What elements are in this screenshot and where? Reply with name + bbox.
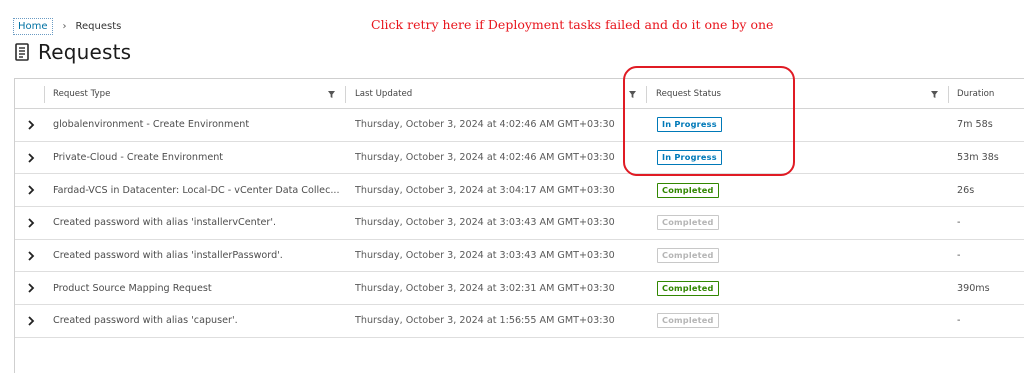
status-badge[interactable]: Completed <box>657 313 719 329</box>
last-updated-cell: Thursday, October 3, 2024 at 3:04:17 AM … <box>355 184 615 196</box>
duration-cell: 7m 58s <box>957 119 993 131</box>
breadcrumb: Home › Requests <box>13 16 121 36</box>
table-row[interactable]: Created password with alias 'installerPa… <box>15 240 1024 273</box>
column-separator <box>646 86 647 103</box>
filter-icon[interactable] <box>629 91 636 98</box>
expand-row-chevron-icon[interactable] <box>25 109 37 141</box>
request-status-cell: Completed <box>657 240 857 272</box>
last-updated-cell: Thursday, October 3, 2024 at 3:02:31 AM … <box>355 282 615 294</box>
request-type-cell: Created password with alias 'installerPa… <box>53 250 283 262</box>
request-status-cell: Completed <box>657 305 857 337</box>
request-type-cell: Fardad-VCS in Datacenter: Local-DC - vCe… <box>53 184 340 196</box>
request-type-cell: Private-Cloud - Create Environment <box>53 152 224 164</box>
duration-cell: - <box>957 315 961 327</box>
breadcrumb-current: Requests <box>75 20 122 32</box>
table-row[interactable]: Private-Cloud - Create Environment Thursd… <box>15 142 1024 175</box>
last-updated-cell: Thursday, October 3, 2024 at 4:02:46 AM … <box>355 119 615 131</box>
status-badge[interactable]: Completed <box>657 248 719 264</box>
request-status-cell: In Progress <box>657 109 857 141</box>
request-type-cell: Product Source Mapping Request <box>53 282 212 294</box>
expand-row-chevron-icon[interactable] <box>25 174 37 206</box>
duration-cell: 390ms <box>957 282 990 294</box>
request-status-cell: Completed <box>657 174 857 206</box>
page-title: Requests <box>38 40 132 64</box>
duration-cell: 26s <box>957 184 975 196</box>
last-updated-cell: Thursday, October 3, 2024 at 4:02:46 AM … <box>355 152 615 164</box>
expand-row-chevron-icon[interactable] <box>25 207 37 239</box>
last-updated-cell: Thursday, October 3, 2024 at 3:03:43 AM … <box>355 250 615 262</box>
status-badge[interactable]: In Progress <box>657 150 722 166</box>
datagrid-body: globalenvironment - Create Environment Th… <box>15 109 1024 338</box>
status-badge[interactable]: Completed <box>657 215 719 231</box>
filter-icon[interactable] <box>328 91 335 98</box>
table-row[interactable]: Fardad-VCS in Datacenter: Local-DC - vCe… <box>15 174 1024 208</box>
column-header-last-updated[interactable]: Last Updated <box>347 79 412 109</box>
column-header-request-type[interactable]: Request Type <box>45 79 110 109</box>
column-header-request-status[interactable]: Request Status <box>648 79 721 109</box>
table-row[interactable]: Created password with alias 'installervC… <box>15 207 1024 240</box>
duration-cell: - <box>957 217 961 229</box>
status-badge[interactable]: Completed <box>657 280 719 296</box>
status-badge[interactable]: Completed <box>657 182 719 198</box>
column-header-duration[interactable]: Duration <box>949 79 994 109</box>
request-status-cell: In Progress <box>657 142 857 174</box>
request-type-cell: Created password with alias 'installervC… <box>53 217 277 229</box>
filter-icon[interactable] <box>931 91 938 98</box>
request-type-cell: Created password with alias 'capuser'. <box>53 315 238 327</box>
annotation-note: Click retry here if Deployment tasks fai… <box>371 17 774 32</box>
request-status-cell: Completed <box>657 207 857 239</box>
page-header: Requests <box>15 38 131 66</box>
request-status-cell: Completed <box>657 272 857 304</box>
status-badge[interactable]: In Progress <box>657 117 722 133</box>
table-row[interactable]: Created password with alias 'capuser'. Th… <box>15 305 1024 338</box>
expand-row-chevron-icon[interactable] <box>25 142 37 174</box>
expand-row-chevron-icon[interactable] <box>25 305 37 337</box>
expand-row-chevron-icon[interactable] <box>25 240 37 272</box>
request-type-cell: globalenvironment - Create Environment <box>53 119 250 131</box>
duration-cell: - <box>957 250 961 262</box>
duration-cell: 53m 38s <box>957 152 999 164</box>
column-separator <box>345 86 346 103</box>
last-updated-cell: Thursday, October 3, 2024 at 1:56:55 AM … <box>355 315 615 327</box>
datagrid-header: Request Type Last Updated Request Status… <box>15 79 1024 109</box>
table-row[interactable]: Product Source Mapping Request Thursday, … <box>15 272 1024 306</box>
requests-datagrid: Request Type Last Updated Request Status… <box>14 78 1024 373</box>
document-list-icon <box>15 43 29 61</box>
last-updated-cell: Thursday, October 3, 2024 at 3:03:43 AM … <box>355 217 615 229</box>
table-row[interactable]: globalenvironment - Create Environment Th… <box>15 109 1024 142</box>
expand-row-chevron-icon[interactable] <box>25 272 37 304</box>
breadcrumb-separator: › <box>62 20 67 32</box>
breadcrumb-home-link[interactable]: Home <box>13 17 53 35</box>
